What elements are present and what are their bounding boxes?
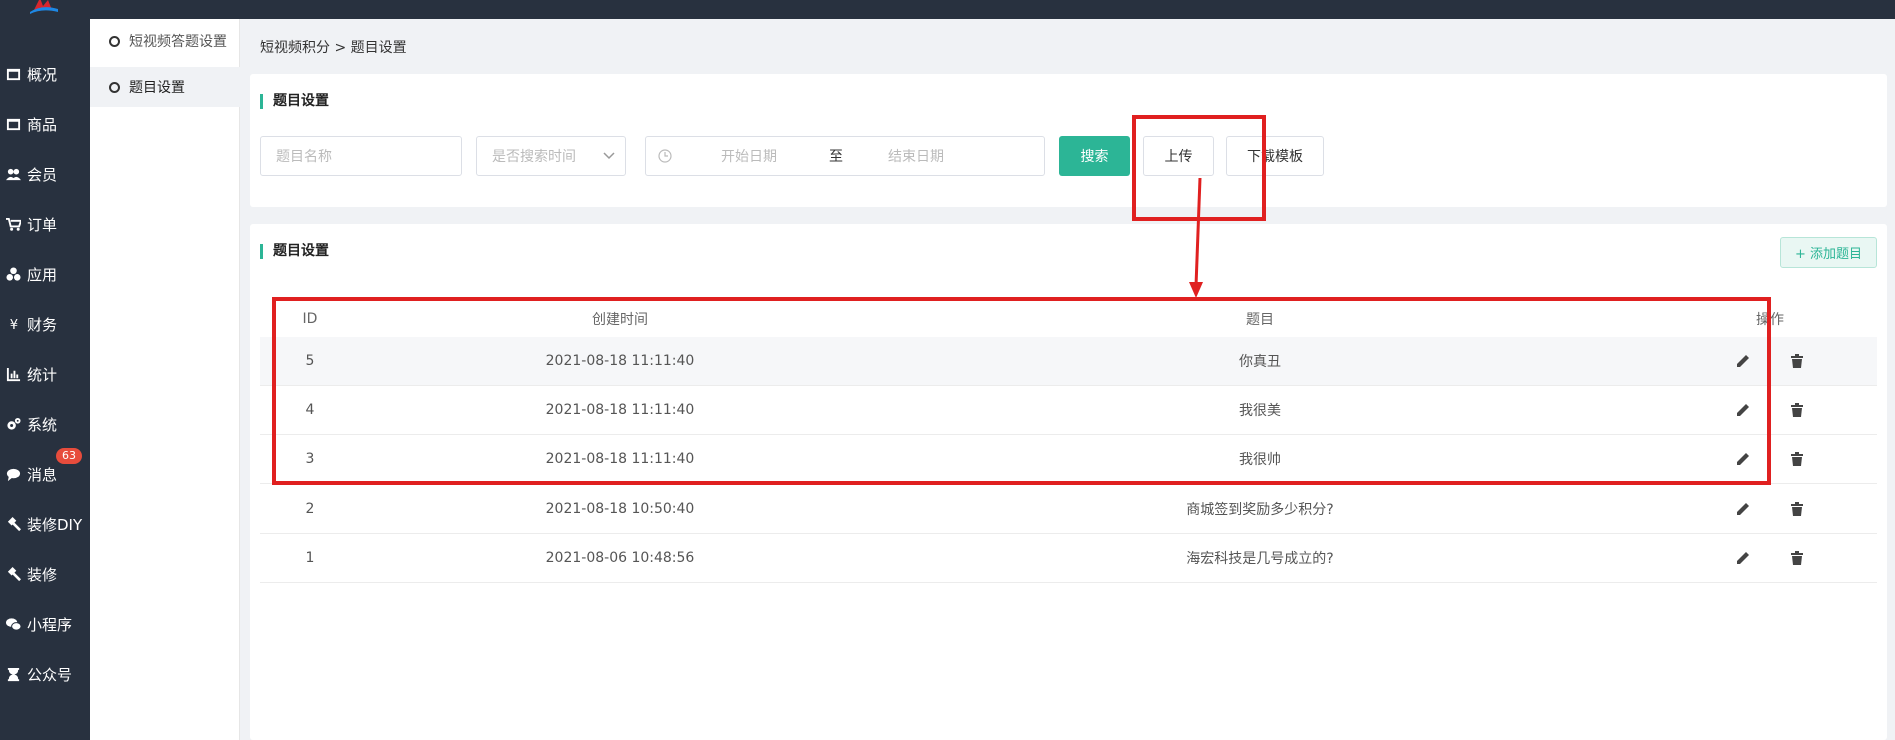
- trash-icon[interactable]: [1787, 548, 1807, 568]
- nav-item-orders[interactable]: 订单: [0, 204, 90, 244]
- unread-badge: 63: [56, 448, 82, 464]
- svg-text:¥: ¥: [9, 318, 17, 332]
- nav-item-label: 订单: [27, 215, 58, 234]
- subnav-item-video-quiz-settings[interactable]: 短视频答题设置: [90, 21, 240, 61]
- range-separator: 至: [829, 149, 843, 165]
- search-time-select[interactable]: 是否搜索时间: [476, 136, 626, 176]
- nav-item-finance[interactable]: ¥ 财务: [0, 304, 90, 344]
- hourglass-icon: [5, 666, 21, 682]
- nav-item-label: 商品: [27, 115, 58, 134]
- nav-item-label: 应用: [27, 265, 58, 284]
- nav-item-apps[interactable]: 应用: [0, 254, 90, 294]
- wechat-icon: [5, 616, 21, 632]
- edit-icon[interactable]: [1733, 548, 1753, 568]
- nav-item-decorate[interactable]: 装修: [0, 554, 90, 594]
- nav-item-label: 小程序: [27, 615, 73, 634]
- subnav-item-question-settings[interactable]: 题目设置: [90, 67, 240, 107]
- subnav-item-label: 题目设置: [129, 80, 185, 96]
- nav-item-label: 系统: [27, 415, 58, 434]
- circle-icon: [109, 81, 120, 93]
- add-question-button[interactable]: + 添加题目: [1780, 237, 1877, 268]
- filter-panel: 题目设置 题目名称 是否搜索时间 开始日期 至 结束日期 搜索 上传 下载模板: [250, 74, 1887, 207]
- table-row[interactable]: 2 2021-08-18 10:50:40 商城签到奖励多少积分?: [260, 485, 1877, 534]
- question-name-input[interactable]: 题目名称: [260, 136, 462, 176]
- logo-icon: [30, 0, 58, 14]
- nav-item-members[interactable]: 会员: [0, 154, 90, 194]
- nav-item-messages[interactable]: 消息 63: [0, 448, 90, 494]
- end-date-input[interactable]: 结束日期: [888, 146, 944, 166]
- clock-icon: [658, 149, 672, 167]
- members-icon: [5, 166, 21, 182]
- nav-item-label: 装修DIY: [27, 515, 83, 534]
- annotation-box-upload: [1132, 115, 1266, 221]
- breadcrumb: 短视频积分 > 题目设置: [260, 40, 407, 56]
- cart-icon: [5, 216, 21, 232]
- row-question: 海宏科技是几号成立的?: [1186, 551, 1334, 567]
- trash-icon[interactable]: [1787, 499, 1807, 519]
- row-actions: [1660, 485, 1880, 533]
- hammer-icon: [5, 516, 21, 532]
- row-actions: [1660, 534, 1880, 582]
- annotation-box-table: [272, 297, 1771, 485]
- nav-item-label: 装修: [27, 565, 58, 584]
- row-created-time: 2021-08-06 10:48:56: [545, 550, 695, 566]
- nav-item-decorate-diy[interactable]: 装修DIY: [0, 504, 90, 544]
- goods-icon: [5, 116, 21, 132]
- main-sidebar: 概况 商品 会员 订单 应用 ¥ 财务 统计 系统 消息 63 装修DIY 装修: [0, 19, 90, 740]
- apps-icon: [5, 266, 21, 282]
- trash-icon[interactable]: [1787, 449, 1807, 469]
- date-range-picker[interactable]: 开始日期 至 结束日期: [645, 136, 1045, 176]
- nav-item-label: 财务: [27, 315, 58, 334]
- nav-item-mini-program[interactable]: 小程序: [0, 604, 90, 644]
- filter-panel-title: 题目设置: [260, 94, 329, 109]
- start-date-input[interactable]: 开始日期: [721, 146, 777, 166]
- search-button[interactable]: 搜索: [1059, 136, 1130, 176]
- table-row[interactable]: 1 2021-08-06 10:48:56 海宏科技是几号成立的?: [260, 534, 1877, 583]
- overview-icon: [5, 66, 21, 82]
- search-time-select-label: 是否搜索时间: [492, 149, 576, 165]
- gears-icon: [5, 416, 21, 432]
- nav-item-stats[interactable]: 统计: [0, 354, 90, 394]
- nav-item-overview[interactable]: 概况: [0, 54, 90, 94]
- nav-item-goods[interactable]: 商品: [0, 104, 90, 144]
- chevron-down-icon: [603, 149, 615, 165]
- nav-item-label: 消息: [27, 465, 58, 484]
- trash-icon[interactable]: [1787, 400, 1807, 420]
- yen-icon: ¥: [5, 316, 21, 332]
- comment-icon: [5, 466, 21, 482]
- hammer-icon: [5, 566, 21, 582]
- row-created-time: 2021-08-18 10:50:40: [545, 501, 695, 517]
- nav-item-system[interactable]: 系统: [0, 404, 90, 444]
- circle-icon: [109, 35, 120, 47]
- nav-item-label: 统计: [27, 365, 58, 384]
- nav-item-official-account[interactable]: 公众号: [0, 654, 90, 694]
- nav-item-label: 概况: [27, 65, 58, 84]
- edit-icon[interactable]: [1733, 499, 1753, 519]
- subnav-item-label: 短视频答题设置: [129, 34, 227, 50]
- nav-item-label: 公众号: [27, 665, 73, 684]
- nav-item-label: 会员: [27, 165, 58, 184]
- list-panel-title: 题目设置: [260, 244, 329, 259]
- row-question: 商城签到奖励多少积分?: [1186, 502, 1334, 518]
- trash-icon[interactable]: [1787, 351, 1807, 371]
- bar-chart-icon: [5, 366, 21, 382]
- top-bar: [0, 0, 1895, 19]
- sub-sidebar: 短视频答题设置 题目设置: [90, 19, 240, 740]
